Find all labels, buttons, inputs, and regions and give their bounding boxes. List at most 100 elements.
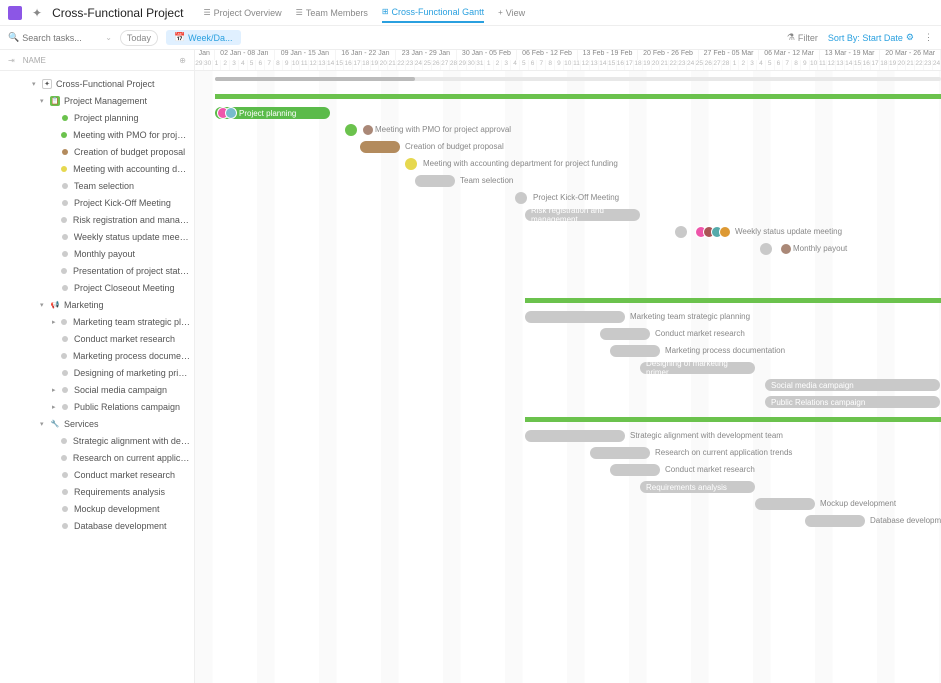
day-header: 8 bbox=[792, 60, 801, 70]
day-header: 29 bbox=[458, 60, 467, 70]
filter-button[interactable]: ⚗Filter bbox=[787, 32, 818, 43]
tree-item[interactable]: ▾✦Cross-Functional Project bbox=[0, 75, 194, 92]
status-dot bbox=[62, 404, 68, 410]
tree-item[interactable]: Meeting with accounting depart... bbox=[0, 160, 194, 177]
tree-item[interactable]: Creation of budget proposal bbox=[0, 143, 194, 160]
sort-button[interactable]: Sort By: Start Date⚙ bbox=[828, 32, 914, 43]
chevron-down-icon[interactable]: ⌄ bbox=[105, 33, 112, 42]
tree-item[interactable]: Strategic alignment with develop... bbox=[0, 432, 194, 449]
day-header: 17 bbox=[871, 60, 880, 70]
gantt-bar[interactable]: Requirements analysis bbox=[640, 481, 755, 493]
tree-item[interactable]: ▾📢Marketing bbox=[0, 296, 194, 313]
toggle-icon[interactable]: ▾ bbox=[32, 80, 40, 88]
gantt-bar[interactable] bbox=[360, 141, 400, 153]
day-header: 30 bbox=[467, 60, 476, 70]
day-header: 19 bbox=[889, 60, 898, 70]
milestone[interactable] bbox=[760, 243, 772, 255]
tree-item[interactable]: Meeting with PMO for project a... bbox=[0, 126, 194, 143]
tree-item[interactable]: Project Closeout Meeting bbox=[0, 279, 194, 296]
day-header: 15 bbox=[854, 60, 863, 70]
tree-item[interactable]: Requirements analysis bbox=[0, 483, 194, 500]
tree-item[interactable]: Team selection bbox=[0, 177, 194, 194]
status-dot bbox=[61, 438, 67, 444]
toggle-icon[interactable]: ▸ bbox=[52, 403, 60, 411]
group-bar[interactable] bbox=[525, 298, 941, 303]
tree-item[interactable]: ▸Public Relations campaign bbox=[0, 398, 194, 415]
toggle-icon[interactable]: ▾ bbox=[40, 420, 48, 428]
tree-item[interactable]: ▾🔧Services bbox=[0, 415, 194, 432]
gantt-bar[interactable] bbox=[805, 515, 865, 527]
tree-item[interactable]: Designing of marketing primer bbox=[0, 364, 194, 381]
milestone[interactable] bbox=[515, 192, 527, 204]
gantt-bar[interactable]: Risk registration and management bbox=[525, 209, 640, 221]
day-header: 18 bbox=[880, 60, 889, 70]
gantt-bar[interactable]: Social media campaign bbox=[765, 379, 940, 391]
toggle-icon[interactable]: ▸ bbox=[52, 318, 59, 326]
view-mode-button[interactable]: 📅Week/Da... bbox=[166, 30, 241, 45]
more-icon[interactable]: ⋮ bbox=[924, 32, 933, 43]
tree-item[interactable]: ▾📋Project Management bbox=[0, 92, 194, 109]
day-header: 6 bbox=[529, 60, 538, 70]
search-input[interactable] bbox=[22, 33, 102, 43]
gantt-bar[interactable] bbox=[525, 430, 625, 442]
tree-item[interactable]: Project planning bbox=[0, 109, 194, 126]
tree-item[interactable]: Weekly status update meeting bbox=[0, 228, 194, 245]
tree-item[interactable]: Risk registration and management bbox=[0, 211, 194, 228]
gantt-bar[interactable] bbox=[610, 464, 660, 476]
gantt-bar[interactable] bbox=[590, 447, 650, 459]
bar-label: Strategic alignment with development tea… bbox=[630, 431, 783, 440]
tree-item[interactable]: ▸Social media campaign bbox=[0, 381, 194, 398]
tree-item[interactable]: Marketing process documentation bbox=[0, 347, 194, 364]
day-header: 5 bbox=[520, 60, 529, 70]
gantt-bar[interactable]: Designing of marketing primer bbox=[640, 362, 755, 374]
tab-gantt[interactable]: ⊞Cross-Functional Gantt bbox=[382, 3, 484, 23]
scroll-thumb[interactable] bbox=[215, 77, 415, 81]
bar-label: Conduct market research bbox=[665, 465, 755, 474]
gantt-bar[interactable]: Public Relations campaign bbox=[765, 396, 940, 408]
timeline-body[interactable]: Project planningMeeting with PMO for pro… bbox=[195, 71, 941, 683]
day-header: 26 bbox=[432, 60, 441, 70]
tab-overview[interactable]: ☰Project Overview bbox=[203, 3, 281, 23]
search-wrap: 🔍 ⌄ bbox=[8, 32, 112, 43]
tree-item[interactable]: Project Kick-Off Meeting bbox=[0, 194, 194, 211]
day-header: 7 bbox=[783, 60, 792, 70]
bar-label: Creation of budget proposal bbox=[405, 142, 504, 151]
tree-item[interactable]: Monthly payout bbox=[0, 245, 194, 262]
gantt-bar[interactable] bbox=[755, 498, 815, 510]
gantt-bar[interactable] bbox=[525, 311, 625, 323]
plus-icon: + bbox=[498, 8, 503, 17]
day-header: 27 bbox=[713, 60, 722, 70]
tree-item[interactable]: Mockup development bbox=[0, 500, 194, 517]
collapse-icon[interactable]: ⇥ bbox=[8, 56, 15, 65]
gantt-bar[interactable] bbox=[610, 345, 660, 357]
tree-item[interactable]: ▸Marketing team strategic planning bbox=[0, 313, 194, 330]
milestone[interactable] bbox=[675, 226, 687, 238]
tree-item-label: Marketing process documentation bbox=[73, 351, 190, 361]
add-column-icon[interactable]: ⊕ bbox=[179, 56, 186, 65]
milestone[interactable] bbox=[405, 158, 417, 170]
tab-label: View bbox=[506, 8, 525, 18]
day-header: 21 bbox=[906, 60, 915, 70]
toggle-icon[interactable]: ▾ bbox=[40, 97, 48, 105]
toggle-icon[interactable]: ▾ bbox=[40, 301, 48, 309]
group-bar[interactable] bbox=[525, 417, 941, 422]
gantt-bar[interactable] bbox=[600, 328, 650, 340]
day-header: 12 bbox=[309, 60, 318, 70]
expand-icon[interactable]: ✦ bbox=[32, 6, 42, 20]
group-bar[interactable] bbox=[215, 94, 941, 99]
tree-item[interactable]: Conduct market research bbox=[0, 466, 194, 483]
week-header: 20 Mar - 26 Mar bbox=[880, 50, 941, 60]
today-button[interactable]: Today bbox=[120, 30, 158, 46]
tree-item[interactable]: Presentation of project status re... bbox=[0, 262, 194, 279]
day-header: 16 bbox=[344, 60, 353, 70]
tree-item[interactable]: Research on current application ... bbox=[0, 449, 194, 466]
tab-add-view[interactable]: +View bbox=[498, 3, 525, 23]
tree-item[interactable]: Conduct market research bbox=[0, 330, 194, 347]
milestone[interactable] bbox=[345, 124, 357, 136]
tab-team[interactable]: ☰Team Members bbox=[296, 3, 368, 23]
toggle-icon[interactable]: ▸ bbox=[52, 386, 60, 394]
tree-item[interactable]: Database development bbox=[0, 517, 194, 534]
gantt-bar[interactable] bbox=[415, 175, 455, 187]
timeline-header: Jan02 Jan - 08 Jan09 Jan - 15 Jan16 Jan … bbox=[195, 50, 941, 71]
day-header: 3 bbox=[230, 60, 239, 70]
